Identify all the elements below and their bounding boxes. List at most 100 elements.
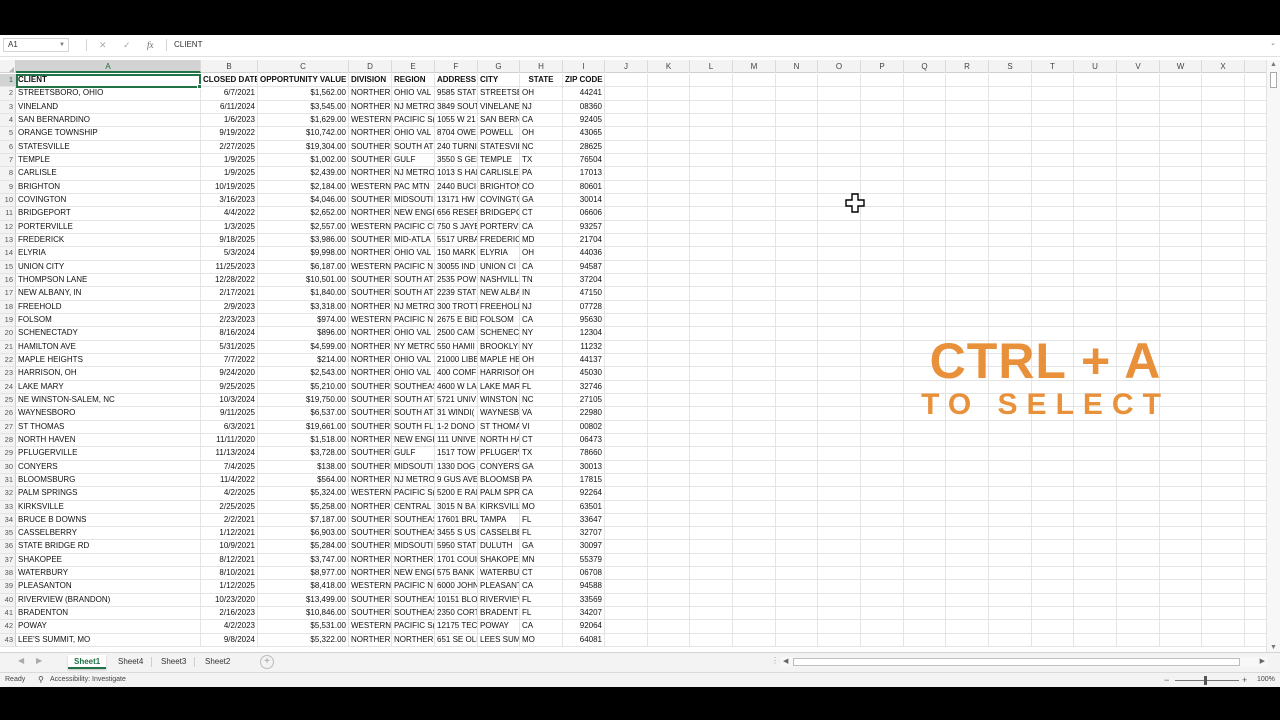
cell-state[interactable]: TN bbox=[520, 273, 563, 287]
empty-cell[interactable] bbox=[605, 407, 648, 420]
cell-region[interactable]: MIDSOUTI bbox=[392, 460, 435, 473]
empty-cell[interactable] bbox=[1160, 433, 1202, 447]
empty-cell[interactable] bbox=[1032, 473, 1074, 487]
cell-date[interactable]: 2/16/2023 bbox=[201, 607, 258, 620]
empty-cell[interactable] bbox=[989, 100, 1032, 113]
empty-cell[interactable] bbox=[861, 180, 904, 193]
empty-cell[interactable] bbox=[904, 593, 946, 607]
empty-cell[interactable] bbox=[605, 180, 648, 193]
empty-cell[interactable] bbox=[818, 220, 861, 233]
cell-zip[interactable]: 78660 bbox=[563, 447, 605, 460]
empty-cell[interactable] bbox=[989, 260, 1032, 273]
cell-value[interactable]: $6,903.00 bbox=[258, 527, 349, 540]
empty-cell[interactable] bbox=[904, 607, 946, 620]
empty-cell[interactable] bbox=[904, 513, 946, 527]
cell-zip[interactable]: 32746 bbox=[563, 380, 605, 393]
cell-zip[interactable]: 63501 bbox=[563, 500, 605, 513]
empty-cell[interactable] bbox=[690, 113, 733, 127]
cell-region[interactable]: SOUTH AT bbox=[392, 287, 435, 300]
empty-cell[interactable] bbox=[1032, 127, 1074, 140]
cell-division[interactable]: NORTHERI bbox=[349, 300, 392, 313]
cell-region[interactable]: OHIO VAL bbox=[392, 327, 435, 340]
cell-division[interactable]: SOUTHERI bbox=[349, 513, 392, 527]
cell-state[interactable]: FL bbox=[520, 513, 563, 527]
empty-cell[interactable] bbox=[733, 74, 776, 87]
cell-state[interactable]: GA bbox=[520, 460, 563, 473]
empty-cell[interactable] bbox=[605, 300, 648, 313]
empty-cell[interactable] bbox=[1202, 313, 1245, 327]
cell-city[interactable]: WINSTON bbox=[478, 393, 520, 407]
cell-address[interactable]: 400 COMF bbox=[435, 367, 478, 380]
empty-cell[interactable] bbox=[1117, 74, 1160, 87]
empty-cell[interactable] bbox=[605, 273, 648, 287]
empty-cell[interactable] bbox=[648, 500, 690, 513]
cell-state[interactable]: FL bbox=[520, 527, 563, 540]
column-header-k[interactable]: K bbox=[648, 60, 690, 73]
empty-cell[interactable] bbox=[989, 220, 1032, 233]
cell-zip[interactable]: 28625 bbox=[563, 140, 605, 153]
empty-cell[interactable] bbox=[1032, 433, 1074, 447]
empty-cell[interactable] bbox=[776, 407, 818, 420]
row-header[interactable]: 9 bbox=[0, 180, 16, 193]
cell-address[interactable]: 2675 E BID bbox=[435, 313, 478, 327]
empty-cell[interactable] bbox=[648, 87, 690, 100]
cell-zip[interactable]: 45030 bbox=[563, 367, 605, 380]
cell-region[interactable]: SOUTH AT bbox=[392, 393, 435, 407]
empty-cell[interactable] bbox=[648, 193, 690, 207]
empty-cell[interactable] bbox=[1202, 247, 1245, 260]
empty-cell[interactable] bbox=[733, 340, 776, 353]
cell-state[interactable]: CA bbox=[520, 220, 563, 233]
cell-region[interactable]: SOUTHEAS bbox=[392, 527, 435, 540]
empty-cell[interactable] bbox=[1117, 433, 1160, 447]
empty-cell[interactable] bbox=[690, 473, 733, 487]
empty-cell[interactable] bbox=[648, 607, 690, 620]
empty-cell[interactable] bbox=[1202, 460, 1245, 473]
empty-cell[interactable] bbox=[946, 473, 989, 487]
cell-value[interactable]: $1,518.00 bbox=[258, 433, 349, 447]
cell-date[interactable]: 2/27/2025 bbox=[201, 140, 258, 153]
empty-cell[interactable] bbox=[946, 300, 989, 313]
empty-cell[interactable] bbox=[733, 567, 776, 580]
cell-region[interactable]: MIDSOUTI bbox=[392, 540, 435, 553]
empty-cell[interactable] bbox=[904, 127, 946, 140]
cell-client[interactable]: UNION CITY bbox=[16, 260, 201, 273]
cell-zip[interactable]: 34207 bbox=[563, 607, 605, 620]
empty-cell[interactable] bbox=[904, 260, 946, 273]
cell-date[interactable]: 9/19/2022 bbox=[201, 127, 258, 140]
empty-cell[interactable] bbox=[989, 167, 1032, 180]
cell-client[interactable]: BLOOMSBURG bbox=[16, 473, 201, 487]
empty-cell[interactable] bbox=[1074, 100, 1117, 113]
cell-city[interactable]: SCHENECT bbox=[478, 327, 520, 340]
empty-cell[interactable] bbox=[690, 553, 733, 567]
empty-cell[interactable] bbox=[776, 167, 818, 180]
add-sheet-icon[interactable]: + bbox=[260, 655, 274, 669]
cell-city[interactable]: NASHVILL bbox=[478, 273, 520, 287]
empty-cell[interactable] bbox=[733, 273, 776, 287]
empty-cell[interactable] bbox=[1032, 553, 1074, 567]
empty-cell[interactable] bbox=[1202, 327, 1245, 340]
cell-date[interactable]: 7/7/2022 bbox=[201, 353, 258, 367]
empty-cell[interactable] bbox=[733, 220, 776, 233]
empty-cell[interactable] bbox=[1202, 74, 1245, 87]
cell-city[interactable]: STATESVIL bbox=[478, 140, 520, 153]
empty-cell[interactable] bbox=[648, 553, 690, 567]
row-header[interactable]: 43 bbox=[0, 633, 16, 647]
empty-cell[interactable] bbox=[776, 260, 818, 273]
cell-city[interactable]: CASSELBE bbox=[478, 527, 520, 540]
empty-cell[interactable] bbox=[1160, 220, 1202, 233]
cell-zip[interactable]: 80601 bbox=[563, 180, 605, 193]
tab-sheet3[interactable]: Sheet3 bbox=[155, 655, 192, 669]
empty-cell[interactable] bbox=[648, 353, 690, 367]
empty-cell[interactable] bbox=[1160, 273, 1202, 287]
cell-zip[interactable]: 33647 bbox=[563, 513, 605, 527]
cell-city[interactable]: LEES SUMI bbox=[478, 633, 520, 647]
cell-city[interactable]: FREDERICI bbox=[478, 233, 520, 247]
row-header[interactable]: 15 bbox=[0, 260, 16, 273]
cell-address[interactable]: 240 TURNI bbox=[435, 140, 478, 153]
empty-cell[interactable] bbox=[1202, 500, 1245, 513]
cell-state[interactable]: NY bbox=[520, 340, 563, 353]
empty-cell[interactable] bbox=[733, 500, 776, 513]
empty-cell[interactable] bbox=[733, 327, 776, 340]
empty-cell[interactable] bbox=[1202, 113, 1245, 127]
empty-cell[interactable] bbox=[605, 100, 648, 113]
